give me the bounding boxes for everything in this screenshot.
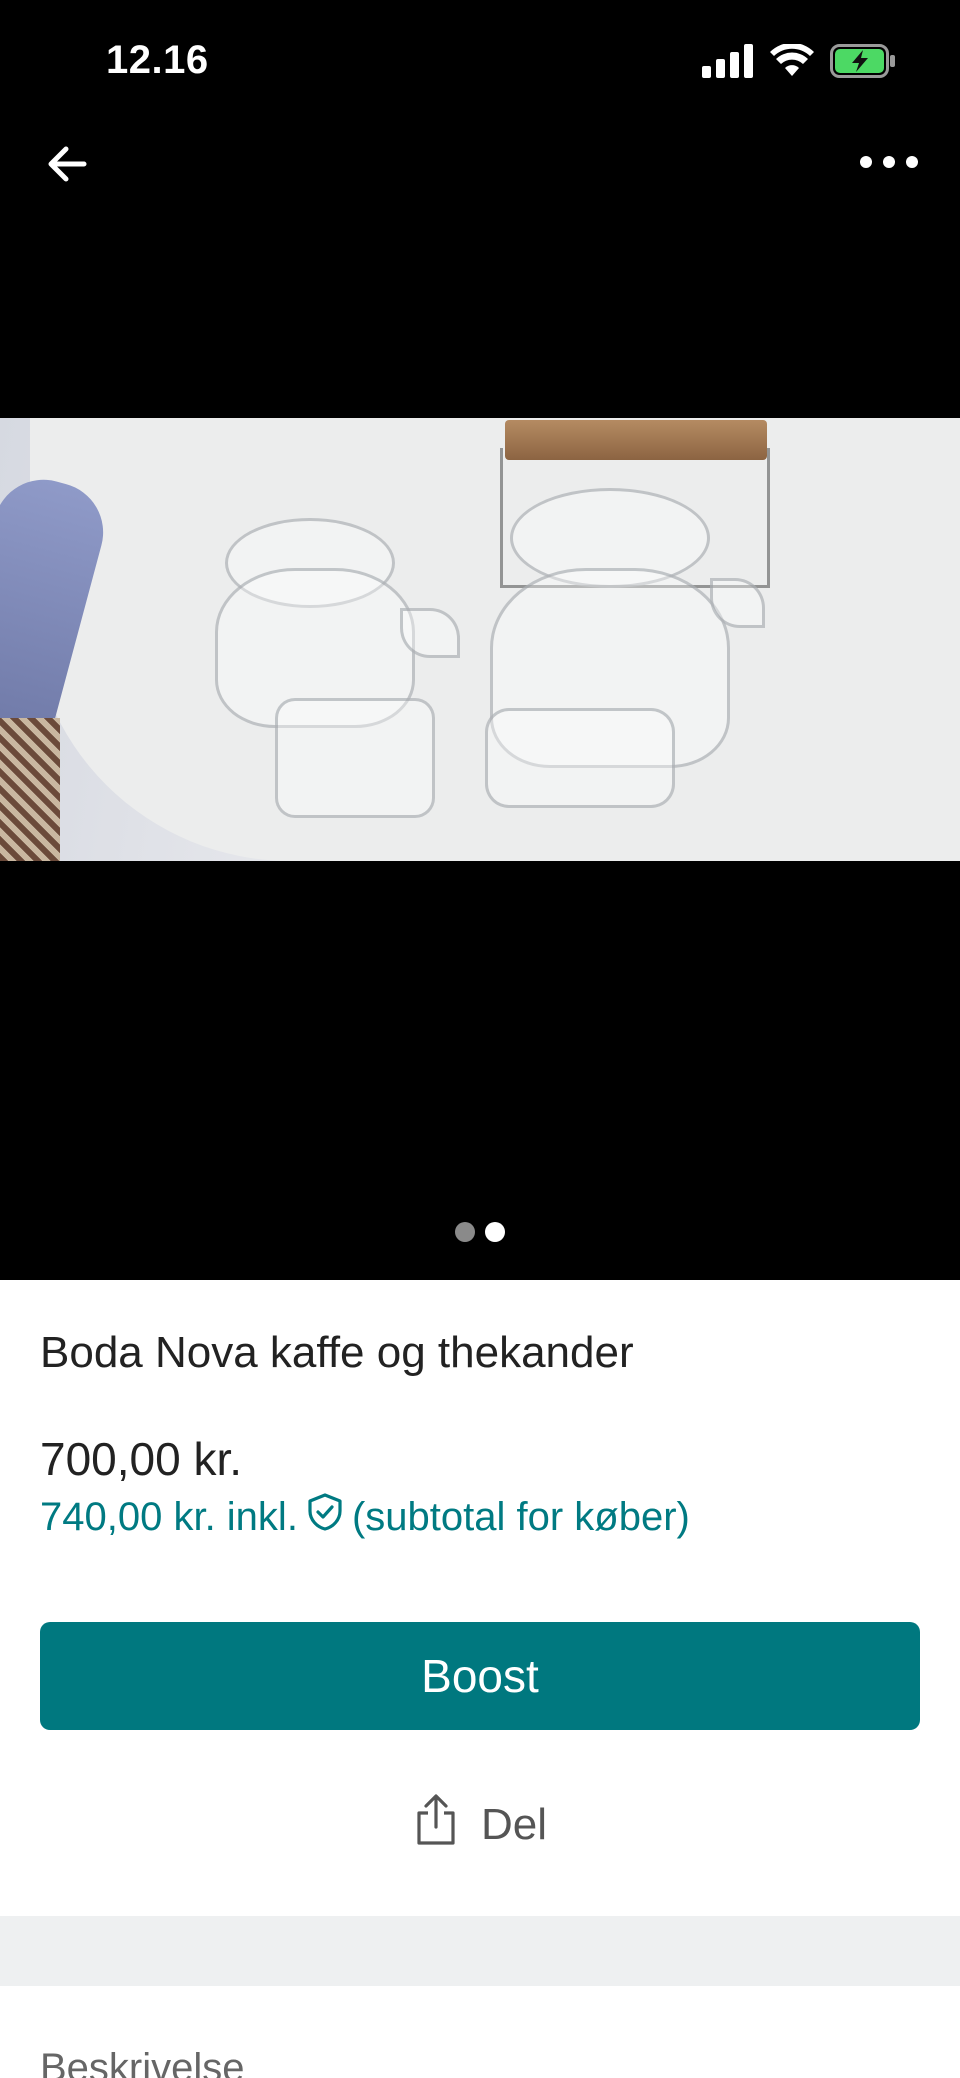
wifi-icon [770,42,814,83]
shield-check-icon [306,1492,344,1542]
battery-charging-icon [830,44,896,83]
description-heading: Beskrivelse [40,2046,245,2078]
buyer-subtotal: 740,00 kr. inkl. (subtotal for køber) [40,1492,690,1542]
share-label: Del [480,1800,548,1849]
share-icon [413,1793,459,1858]
pager-dot-active[interactable] [485,1222,505,1242]
listing-price: 700,00 kr. [40,1433,243,1485]
subtotal-note: (subtotal for køber) [351,1494,690,1539]
pager-dot[interactable] [455,1222,475,1242]
boost-button[interactable]: Boost [40,1622,920,1730]
listing-photo[interactable] [0,418,960,861]
image-gallery[interactable]: 12.16 [0,0,960,1280]
signal-icon [702,44,754,83]
listing-details: Boda Nova kaffe og thekander 700,00 kr. … [0,1280,960,1920]
status-time: 12.16 [106,38,209,82]
status-icons [702,42,896,83]
listing-title: Boda Nova kaffe og thekander [40,1328,634,1377]
photo-pot-base [485,708,675,808]
subtotal-amount: 740,00 kr. inkl. [40,1494,298,1539]
status-bar: 12.16 [0,0,960,120]
photo-rug [0,718,60,861]
more-horizontal-icon [854,142,924,187]
share-button[interactable]: Del [0,1785,960,1865]
section-divider [0,1916,960,1986]
arrow-left-icon [40,136,96,197]
more-options-button[interactable] [854,142,924,182]
photo-teapot-small-base [275,698,435,818]
top-actions [0,130,960,200]
gallery-pager[interactable] [0,1222,960,1242]
back-button[interactable] [40,136,96,192]
